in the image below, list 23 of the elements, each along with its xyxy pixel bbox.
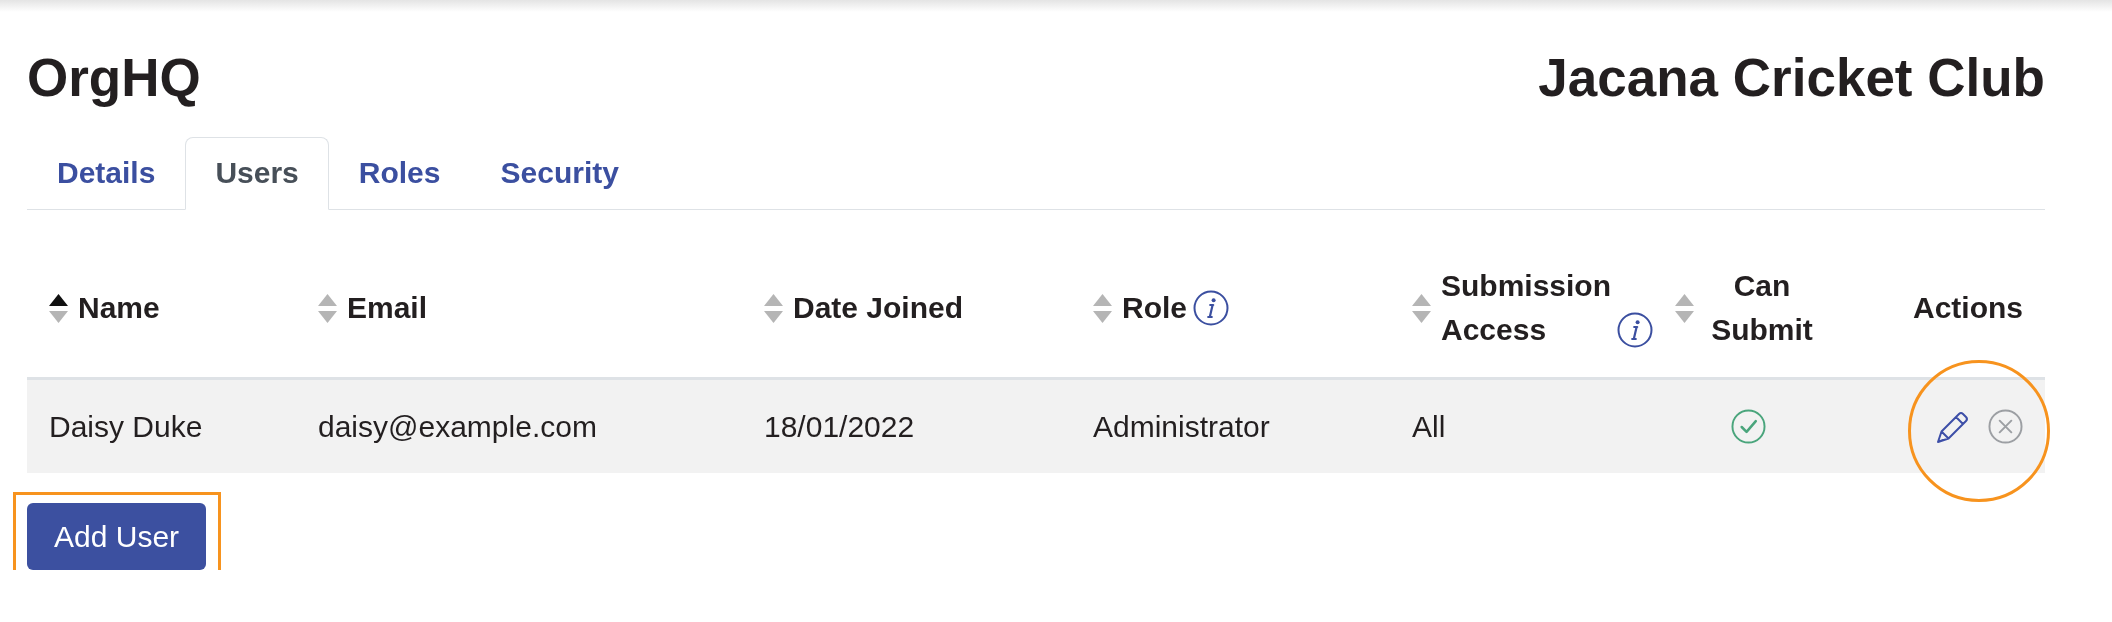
column-header[interactable]: Role <box>1122 286 1187 330</box>
column-header[interactable]: Name <box>78 286 160 330</box>
info-icon[interactable] <box>1617 312 1654 348</box>
column-header: Actions <box>1913 290 2023 326</box>
column-header[interactable]: Can Submit <box>1704 264 1820 352</box>
app-title: OrgHQ <box>27 47 201 109</box>
tab[interactable]: Details <box>27 137 186 210</box>
column-header[interactable]: Email <box>347 286 428 330</box>
tab[interactable]: Users <box>185 137 329 210</box>
column-header[interactable]: Submission Access <box>1441 264 1612 352</box>
info-icon[interactable] <box>1193 290 1229 326</box>
table-cell: Administrator <box>1093 408 1270 445</box>
column-header[interactable]: Date Joined <box>793 286 964 330</box>
add-user-button[interactable]: Add User <box>27 503 207 570</box>
table-cell: 18/01/2022 <box>764 408 915 445</box>
tab[interactable]: Roles <box>328 137 471 210</box>
table-cell: Daisy Duke <box>49 408 203 445</box>
table-cell: All <box>1412 408 1446 445</box>
table-cell: daisy@example.com <box>318 408 597 445</box>
tab[interactable]: Security <box>470 137 649 210</box>
x-circle-icon[interactable] <box>1988 409 2023 444</box>
sort-icon[interactable] <box>49 293 68 323</box>
organisation-name: Jacana Cricket Club <box>1538 47 2045 109</box>
